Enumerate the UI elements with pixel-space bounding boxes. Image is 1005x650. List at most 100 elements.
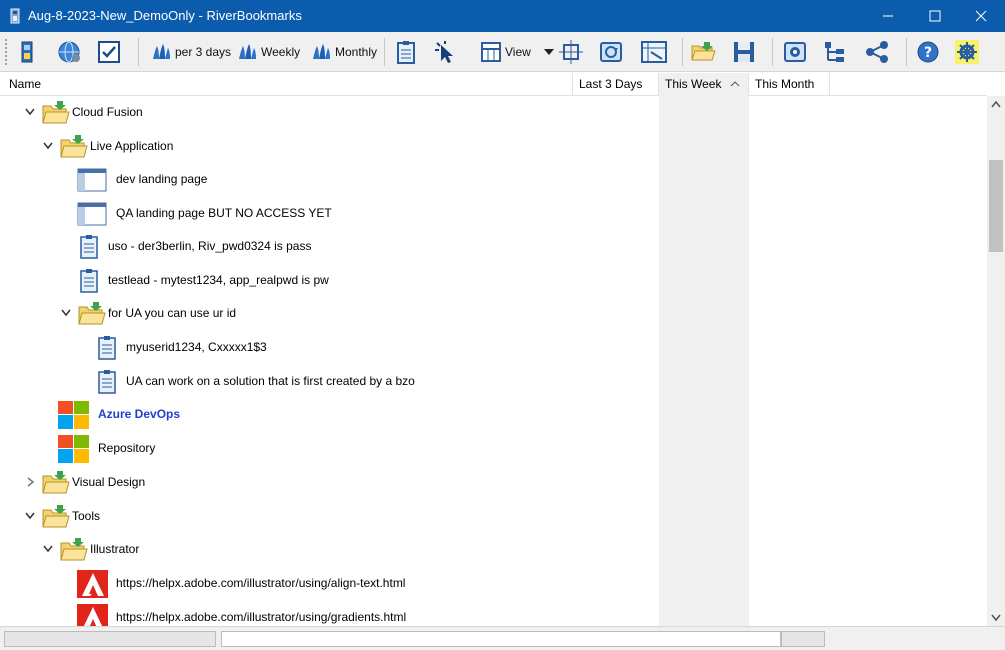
- tree-item-label: myuserid1234, Cxxxxx1$3: [126, 340, 267, 354]
- toolbar-separator: [906, 38, 907, 66]
- tree-note-row[interactable]: uso - der3berlin, Riv_pwd0324 is pass: [0, 230, 650, 263]
- column-name[interactable]: Name: [0, 73, 573, 96]
- folder-open-icon: [42, 101, 70, 124]
- tree-note-row[interactable]: testlead - mytest1234, app_realpwd is pw: [0, 264, 650, 297]
- tree-item-label: dev landing page: [116, 172, 208, 186]
- tree-note-row[interactable]: UA can work on a solution that is first …: [0, 365, 650, 398]
- save-button[interactable]: [732, 37, 756, 67]
- tree-item-label: Cloud Fusion: [72, 105, 143, 119]
- hierarchy-button[interactable]: [822, 37, 848, 67]
- status-progress-panel: [221, 631, 781, 647]
- folder-open-icon: [60, 135, 88, 158]
- scrollbar-thumb[interactable]: [989, 160, 1003, 252]
- chevron-down-icon[interactable]: [42, 139, 54, 153]
- scroll-up-icon[interactable]: [987, 96, 1005, 113]
- settings-button[interactable]: [954, 37, 980, 67]
- save-disk-icon: [734, 42, 754, 62]
- tree-bookmark-row[interactable]: Repository: [0, 432, 650, 465]
- toolbar: per 3 days Weekly Monthly View ?: [0, 32, 1005, 72]
- tree-bookmark-row[interactable]: https://helpx.adobe.com/illustrator/usin…: [0, 567, 650, 600]
- tree-bookmark-row[interactable]: https://helpx.adobe.com/illustrator/usin…: [0, 601, 650, 626]
- title-bar: Aug-8-2023-New_DemoOnly - RiverBookmarks: [0, 0, 1005, 32]
- status-panel: [4, 631, 216, 647]
- minimize-button[interactable]: [865, 0, 911, 32]
- tree-item-label: uso - der3berlin, Riv_pwd0324 is pass: [108, 239, 312, 253]
- adobe-icon: [77, 570, 108, 598]
- toolbar-separator: [682, 38, 683, 66]
- chevron-down-icon[interactable]: [60, 306, 72, 320]
- move-button[interactable]: [558, 37, 584, 67]
- column-this-week-label: This Week: [665, 77, 722, 91]
- column-last3days[interactable]: Last 3 Days: [573, 73, 659, 96]
- bookmark-book-button[interactable]: [16, 37, 38, 67]
- pointer-button[interactable]: [432, 37, 458, 67]
- column-header: Name Last 3 Days This Week This Month: [0, 73, 987, 96]
- note-icon: [98, 370, 116, 394]
- folder-open-icon: [691, 42, 716, 61]
- maximize-button[interactable]: [912, 0, 958, 32]
- weekly-label: Weekly: [261, 45, 301, 59]
- network-button[interactable]: [864, 37, 890, 67]
- refresh-button[interactable]: [598, 37, 624, 67]
- tree-folder-row[interactable]: Tools: [0, 500, 650, 533]
- globe-icon: [58, 41, 80, 63]
- column-this-week[interactable]: This Week: [659, 73, 749, 96]
- tree-folder-row[interactable]: for UA you can use ur id: [0, 297, 650, 330]
- database-button[interactable]: [782, 37, 808, 67]
- chevron-down-icon[interactable]: [24, 105, 36, 119]
- water-drops-icon: [153, 44, 170, 59]
- monthly-label: Monthly: [335, 45, 378, 59]
- water-drops-icon: [313, 44, 330, 59]
- folder-open-icon: [60, 538, 88, 561]
- move-frame-icon: [559, 40, 583, 64]
- view-button[interactable]: View: [480, 37, 557, 67]
- chevron-down-icon[interactable]: [24, 509, 36, 523]
- tree-folder-row[interactable]: Cloud Fusion: [0, 96, 650, 129]
- column-this-month[interactable]: This Month: [749, 73, 830, 96]
- globe-button[interactable]: [56, 37, 82, 67]
- view-grid-icon: [481, 42, 501, 62]
- tree-bookmark-row[interactable]: dev landing page: [0, 163, 650, 196]
- refresh-icon: [600, 42, 622, 62]
- scroll-down-icon[interactable]: [987, 609, 1005, 626]
- folder-open-icon: [78, 302, 106, 325]
- hierarchy-icon: [825, 42, 844, 62]
- checklist-icon: [98, 41, 120, 63]
- monthly-button[interactable]: Monthly: [310, 37, 377, 67]
- close-button[interactable]: [958, 0, 1004, 32]
- weekly-button[interactable]: Weekly: [236, 37, 300, 67]
- clipboard-icon: [397, 41, 415, 64]
- gear-icon: [955, 40, 979, 64]
- tree-bookmark-row[interactable]: QA landing page BUT NO ACCESS YET: [0, 197, 650, 230]
- book-icon: [21, 41, 33, 63]
- app-icon: [10, 8, 20, 24]
- column-name-label: Name: [9, 77, 42, 91]
- vertical-scrollbar[interactable]: [987, 96, 1005, 626]
- tree-folder-row[interactable]: Live Application: [0, 130, 650, 163]
- ruler-button[interactable]: [640, 37, 668, 67]
- column-this-month-label: This Month: [755, 77, 815, 91]
- dropdown-arrow-icon[interactable]: [541, 47, 557, 57]
- svg-text:?: ?: [924, 45, 932, 61]
- status-panel: [781, 631, 825, 647]
- checklist-button[interactable]: [96, 37, 122, 67]
- tree-folder-row[interactable]: Visual Design: [0, 466, 650, 499]
- chevron-down-icon[interactable]: [42, 542, 54, 556]
- bookmark-tree: Cloud Fusion Live Application dev landin…: [0, 96, 987, 626]
- tree-item-label: Tools: [72, 509, 101, 523]
- open-folder-button[interactable]: [690, 37, 716, 67]
- tree-folder-row[interactable]: Illustrator: [0, 533, 650, 566]
- tree-bookmark-row[interactable]: Azure DevOps: [0, 398, 650, 431]
- tree-note-row[interactable]: myuserid1234, Cxxxxx1$3: [0, 331, 650, 364]
- adobe-icon: [77, 604, 108, 626]
- note-icon: [80, 269, 98, 293]
- per3days-button[interactable]: per 3 days: [150, 37, 231, 67]
- help-button[interactable]: ?: [916, 37, 940, 67]
- window-title: Aug-8-2023-New_DemoOnly - RiverBookmarks: [28, 8, 302, 23]
- ruler-icon: [641, 41, 667, 63]
- database-icon: [784, 42, 806, 62]
- chevron-right-icon[interactable]: [24, 475, 36, 489]
- toolbar-grip[interactable]: [4, 38, 8, 66]
- notes-button[interactable]: [394, 37, 418, 67]
- note-icon: [98, 336, 116, 360]
